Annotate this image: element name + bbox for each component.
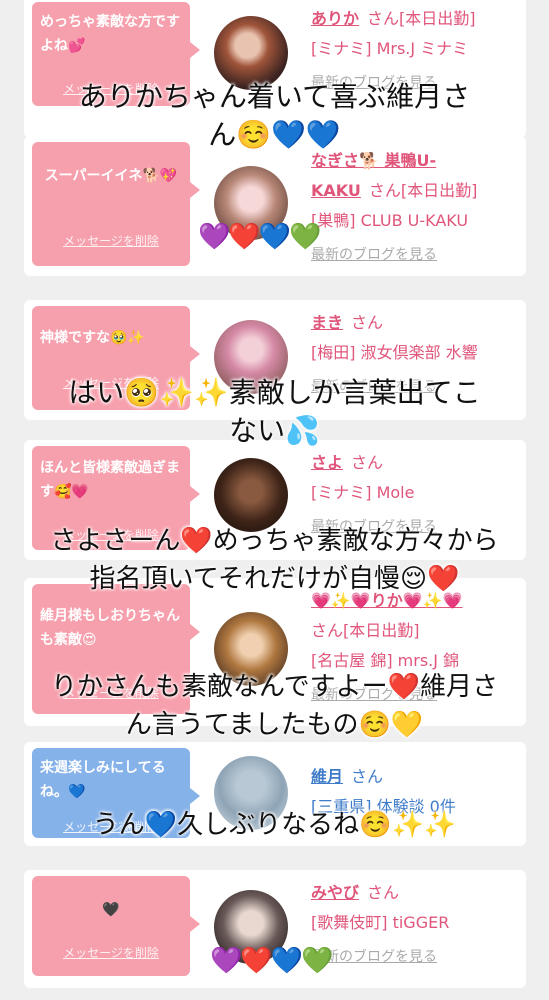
member-status: さん	[351, 453, 384, 472]
delete-message-link[interactable]: メッセージを削除	[32, 232, 190, 249]
member-name[interactable]: 維月	[311, 767, 343, 786]
caption-overlay: はい🥺✨✨素敵しか言葉出てこ ない💦	[0, 374, 549, 450]
member-status: さん[本日出勤]	[368, 181, 478, 200]
caption-line: 指名頂いてそれだけが自慢😌❤️	[89, 564, 460, 594]
member-status: さん	[351, 313, 384, 332]
member-status: さん	[367, 883, 400, 902]
message-text: めっちゃ素敵な方ですよね💕	[40, 14, 180, 54]
message-text: 維月様もしおりちゃんも素敵😍	[40, 608, 180, 648]
caption-line: さよさーん❤️めっちゃ素敵な方々から	[50, 526, 499, 556]
caption-line: ん☺️💙💙	[208, 118, 341, 151]
member-shop[interactable]: [ミナミ] Mrs.J ミナミ	[311, 34, 518, 64]
member-name[interactable]: みやび	[311, 883, 359, 902]
blog-link[interactable]: 最新のブログを見る	[311, 946, 518, 966]
caption-line: うん💙久しぶりなるね☺️✨✨	[92, 810, 457, 840]
member-status: さん[本日出勤]	[311, 621, 420, 640]
caption-overlay: りかさんも素敵なんですよー❤️維月さ ん言うてましたもの☺️💛	[0, 668, 549, 744]
message-text: スーパーイイネ🐕💖	[44, 168, 178, 184]
message-bubble: 🖤 メッセージを削除	[32, 876, 200, 976]
heart-emojis: 💜❤️💙💚	[198, 222, 321, 252]
message-text: 神様ですな🥹✨	[40, 330, 145, 346]
heart-emojis: 💜❤️💙💚	[210, 946, 333, 976]
caption-line: りかさんも素敵なんですよー❤️維月さ	[50, 672, 499, 702]
caption-line: ない💦	[229, 414, 320, 447]
caption-line: ん言うてましたもの☺️💛	[125, 710, 424, 740]
message-text: ほんと皆様素敵過ぎます🥰💗	[40, 460, 180, 500]
delete-message-link[interactable]: メッセージを削除	[32, 944, 190, 961]
message-text: 🖤	[102, 902, 120, 918]
caption-overlay: うん💙久しぶりなるね☺️✨✨	[0, 806, 549, 844]
caption-overlay: ありかちゃん着いて喜ぶ維月さ ん☺️💙💙	[0, 78, 549, 154]
member-shop[interactable]: [ミナミ] Mole	[311, 478, 518, 508]
message-card: スーパーイイネ🐕💖 メッセージを削除 なぎさ🐕 巣鴨U- KAKU さん[本日出勤…	[24, 136, 526, 276]
blog-link[interactable]: 最新のブログを見る	[311, 244, 518, 264]
member-name[interactable]: ありか	[311, 9, 359, 28]
avatar[interactable]	[214, 458, 288, 532]
member-name[interactable]: さよ	[311, 453, 343, 472]
member-status: さん	[351, 767, 384, 786]
member-name[interactable]: まき	[311, 313, 343, 332]
caption-line: はい🥺✨✨素敵しか言葉出てこ	[68, 376, 481, 409]
member-status: さん[本日出勤]	[367, 9, 476, 28]
message-bubble: スーパーイイネ🐕💖 メッセージを削除	[32, 142, 200, 266]
message-text: 来週楽しみにしてるね。💙	[40, 760, 166, 800]
member-shop[interactable]: [巣鴨] CLUB U-KAKU	[311, 206, 518, 236]
caption-overlay: さよさーん❤️めっちゃ素敵な方々から 指名頂いてそれだけが自慢😌❤️	[0, 522, 549, 598]
member-shop[interactable]: [歌舞伎町] tiGGER	[311, 908, 518, 938]
member-shop[interactable]: [梅田] 淑女倶楽部 水響	[311, 338, 518, 368]
member-name-cont[interactable]: KAKU	[311, 181, 361, 200]
caption-line: ありかちゃん着いて喜ぶ維月さ	[78, 80, 471, 113]
